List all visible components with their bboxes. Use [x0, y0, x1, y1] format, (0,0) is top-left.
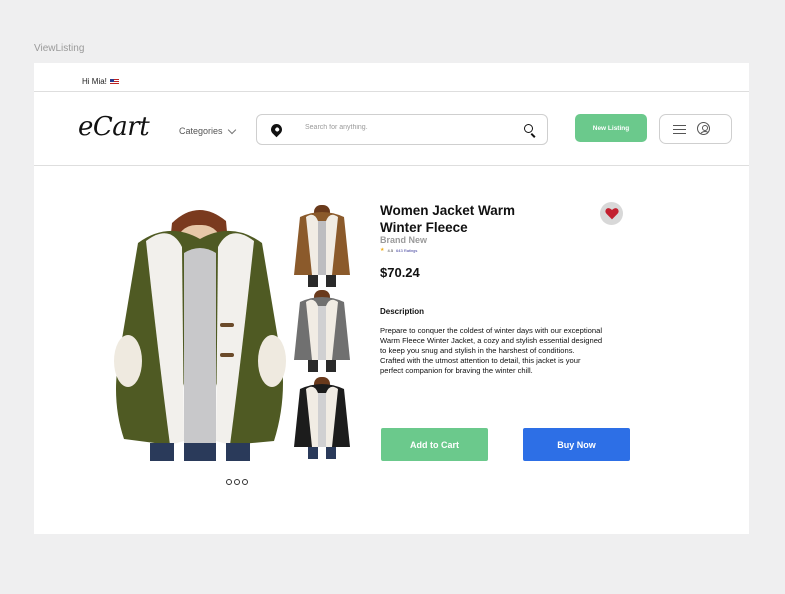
- product-rating: ★ 4.5 643 Ratings: [380, 247, 417, 253]
- thumbnail-grey-jacket[interactable]: [290, 288, 354, 372]
- carousel-dot[interactable]: [226, 479, 232, 485]
- rating-value: 4.5: [387, 247, 394, 253]
- buy-now-button[interactable]: Buy Now: [523, 428, 630, 461]
- ecart-logo[interactable]: eCart: [78, 112, 150, 142]
- rating-count[interactable]: 643 Ratings: [396, 248, 417, 253]
- user-profile-icon[interactable]: [697, 122, 710, 135]
- thumbnail-brown-jacket[interactable]: [290, 203, 354, 287]
- carousel-dots: [226, 479, 248, 485]
- greeting: Hi Mia!: [82, 77, 119, 86]
- new-listing-button[interactable]: New Listing: [575, 114, 647, 142]
- categories-dropdown[interactable]: Categories: [179, 125, 236, 136]
- chevron-down-icon: [227, 125, 236, 134]
- main-product-image: [114, 209, 286, 461]
- us-flag-icon: [109, 78, 119, 85]
- thumbnail-black-jacket[interactable]: [290, 375, 354, 459]
- search-bar: [256, 114, 548, 145]
- carousel-dot[interactable]: [234, 479, 240, 485]
- greeting-text: Hi Mia!: [82, 77, 107, 86]
- product-price: $70.24: [380, 265, 420, 280]
- description-heading: Description: [380, 307, 425, 316]
- view-listing-page: Hi Mia! eCart Categories New Listing: [34, 63, 749, 534]
- star-icon: ★: [380, 247, 385, 253]
- add-to-cart-button[interactable]: Add to Cart: [381, 428, 488, 461]
- hamburger-menu-icon[interactable]: [673, 125, 686, 135]
- carousel-dot[interactable]: [242, 479, 248, 485]
- search-icon[interactable]: [524, 124, 533, 133]
- header: eCart Categories New Listing: [34, 92, 749, 166]
- location-pin-icon[interactable]: [268, 121, 285, 138]
- frame-label: ViewListing: [34, 43, 85, 54]
- favorite-button[interactable]: [600, 202, 623, 225]
- categories-label: Categories: [179, 126, 223, 136]
- product-brand: Brand New: [380, 235, 428, 245]
- product-description: Prepare to conquer the coldest of winter…: [380, 326, 603, 375]
- top-bar: Hi Mia!: [34, 63, 749, 92]
- heart-icon: [604, 208, 619, 220]
- search-input[interactable]: [303, 123, 507, 132]
- product-title: Women Jacket Warm Winter Fleece: [380, 203, 516, 235]
- account-menu: [659, 114, 732, 144]
